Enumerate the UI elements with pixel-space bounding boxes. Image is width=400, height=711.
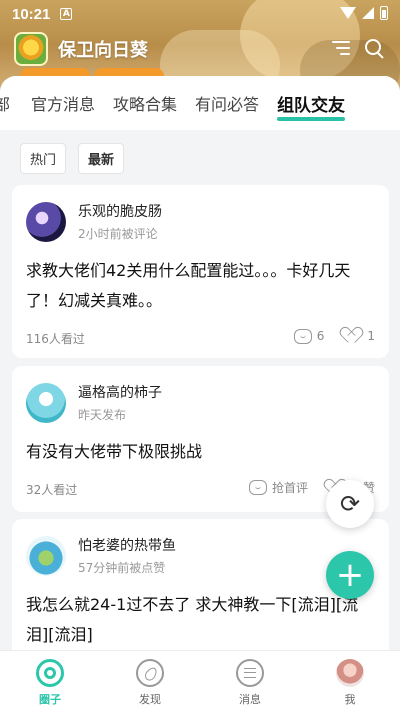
notification-icon: A bbox=[60, 8, 73, 20]
author-name[interactable]: 怕老婆的热带鱼 bbox=[78, 535, 176, 555]
nav-circle[interactable]: 圈子 bbox=[0, 651, 100, 711]
tab-official-news[interactable]: 官方消息 bbox=[22, 91, 104, 115]
compass-icon bbox=[136, 659, 164, 687]
post-time: 2小时前被评论 bbox=[78, 227, 158, 241]
tab-active-indicator bbox=[277, 116, 346, 121]
tab-team-up-label: 组队交友 bbox=[277, 95, 346, 116]
tab-bar: 部 官方消息 攻略合集 有问必答 组队交友 bbox=[0, 76, 400, 130]
avatar[interactable] bbox=[26, 535, 66, 576]
game-logo-icon[interactable] bbox=[14, 32, 48, 66]
message-icon bbox=[236, 659, 264, 687]
nav-label: 发现 bbox=[139, 693, 161, 706]
avatar[interactable] bbox=[26, 201, 66, 242]
wifi-icon bbox=[340, 7, 356, 19]
post-content[interactable]: 我怎么就24-1过不去了 求大神教一下[流泪][流泪][流泪] bbox=[26, 590, 375, 650]
post-time: 昨天发布 bbox=[78, 408, 127, 422]
author-name[interactable]: 乐观的脆皮肠 bbox=[78, 201, 162, 221]
nav-messages[interactable]: 消息 bbox=[200, 651, 300, 711]
comment-icon bbox=[293, 328, 312, 344]
tab-guides[interactable]: 攻略合集 bbox=[104, 91, 186, 115]
new-post-button[interactable]: + bbox=[326, 551, 374, 599]
tab-team-up[interactable]: 组队交友 bbox=[268, 91, 354, 121]
sort-hot-button[interactable]: 热门 bbox=[20, 142, 67, 174]
view-count: 32人看过 bbox=[26, 482, 78, 497]
app-title: 保卫向日葵 bbox=[58, 40, 148, 61]
comment-button[interactable]: 6 bbox=[293, 328, 325, 344]
search-icon[interactable] bbox=[364, 38, 384, 58]
plus-icon: + bbox=[335, 555, 365, 595]
heart-icon bbox=[344, 328, 362, 344]
tab-partial[interactable]: 部 bbox=[0, 91, 22, 115]
post-card[interactable]: 乐观的脆皮肠 2小时前被评论 求教大佬们42关用什么配置能过。。。卡好几天了！幻… bbox=[12, 185, 389, 358]
sort-latest-button[interactable]: 最新 bbox=[78, 142, 125, 174]
view-count: 116人看过 bbox=[26, 331, 85, 346]
nav-discover[interactable]: 发现 bbox=[100, 651, 200, 711]
nav-label: 消息 bbox=[239, 693, 261, 706]
post-content[interactable]: 有没有大佬带下极限挑战 bbox=[26, 437, 375, 467]
avatar-icon bbox=[336, 659, 364, 687]
tab-qa[interactable]: 有问必答 bbox=[186, 91, 268, 115]
refresh-button[interactable]: ⟳ bbox=[326, 480, 374, 528]
comment-icon bbox=[248, 480, 267, 495]
sort-row: 热门 最新 bbox=[0, 130, 400, 186]
app-header: 保卫向日葵 bbox=[0, 28, 400, 70]
nav-label: 我 bbox=[344, 693, 356, 706]
nav-label: 圈子 bbox=[39, 693, 61, 706]
comment-count: 6 bbox=[316, 329, 325, 343]
menu-icon[interactable] bbox=[332, 41, 350, 55]
comment-label: 抢首评 bbox=[271, 481, 308, 495]
status-time: 10:21 bbox=[12, 5, 51, 23]
like-count: 1 bbox=[367, 329, 375, 343]
author-name[interactable]: 逼格高的柿子 bbox=[78, 382, 162, 402]
status-bar: 10:21 A bbox=[0, 0, 400, 28]
comment-button[interactable]: 抢首评 bbox=[248, 479, 308, 496]
like-button[interactable]: 1 bbox=[344, 328, 375, 344]
avatar[interactable] bbox=[26, 382, 66, 423]
refresh-icon: ⟳ bbox=[339, 490, 361, 518]
bottom-navigation: 圈子 发现 消息 我 bbox=[0, 650, 400, 711]
nav-me[interactable]: 我 bbox=[300, 651, 400, 711]
signal-icon bbox=[362, 7, 374, 19]
post-content[interactable]: 求教大佬们42关用什么配置能过。。。卡好几天了！幻减关真难。。 bbox=[26, 256, 375, 316]
circle-icon bbox=[36, 659, 64, 687]
battery-icon bbox=[380, 6, 388, 20]
post-time: 57分钟前被点赞 bbox=[78, 561, 166, 575]
